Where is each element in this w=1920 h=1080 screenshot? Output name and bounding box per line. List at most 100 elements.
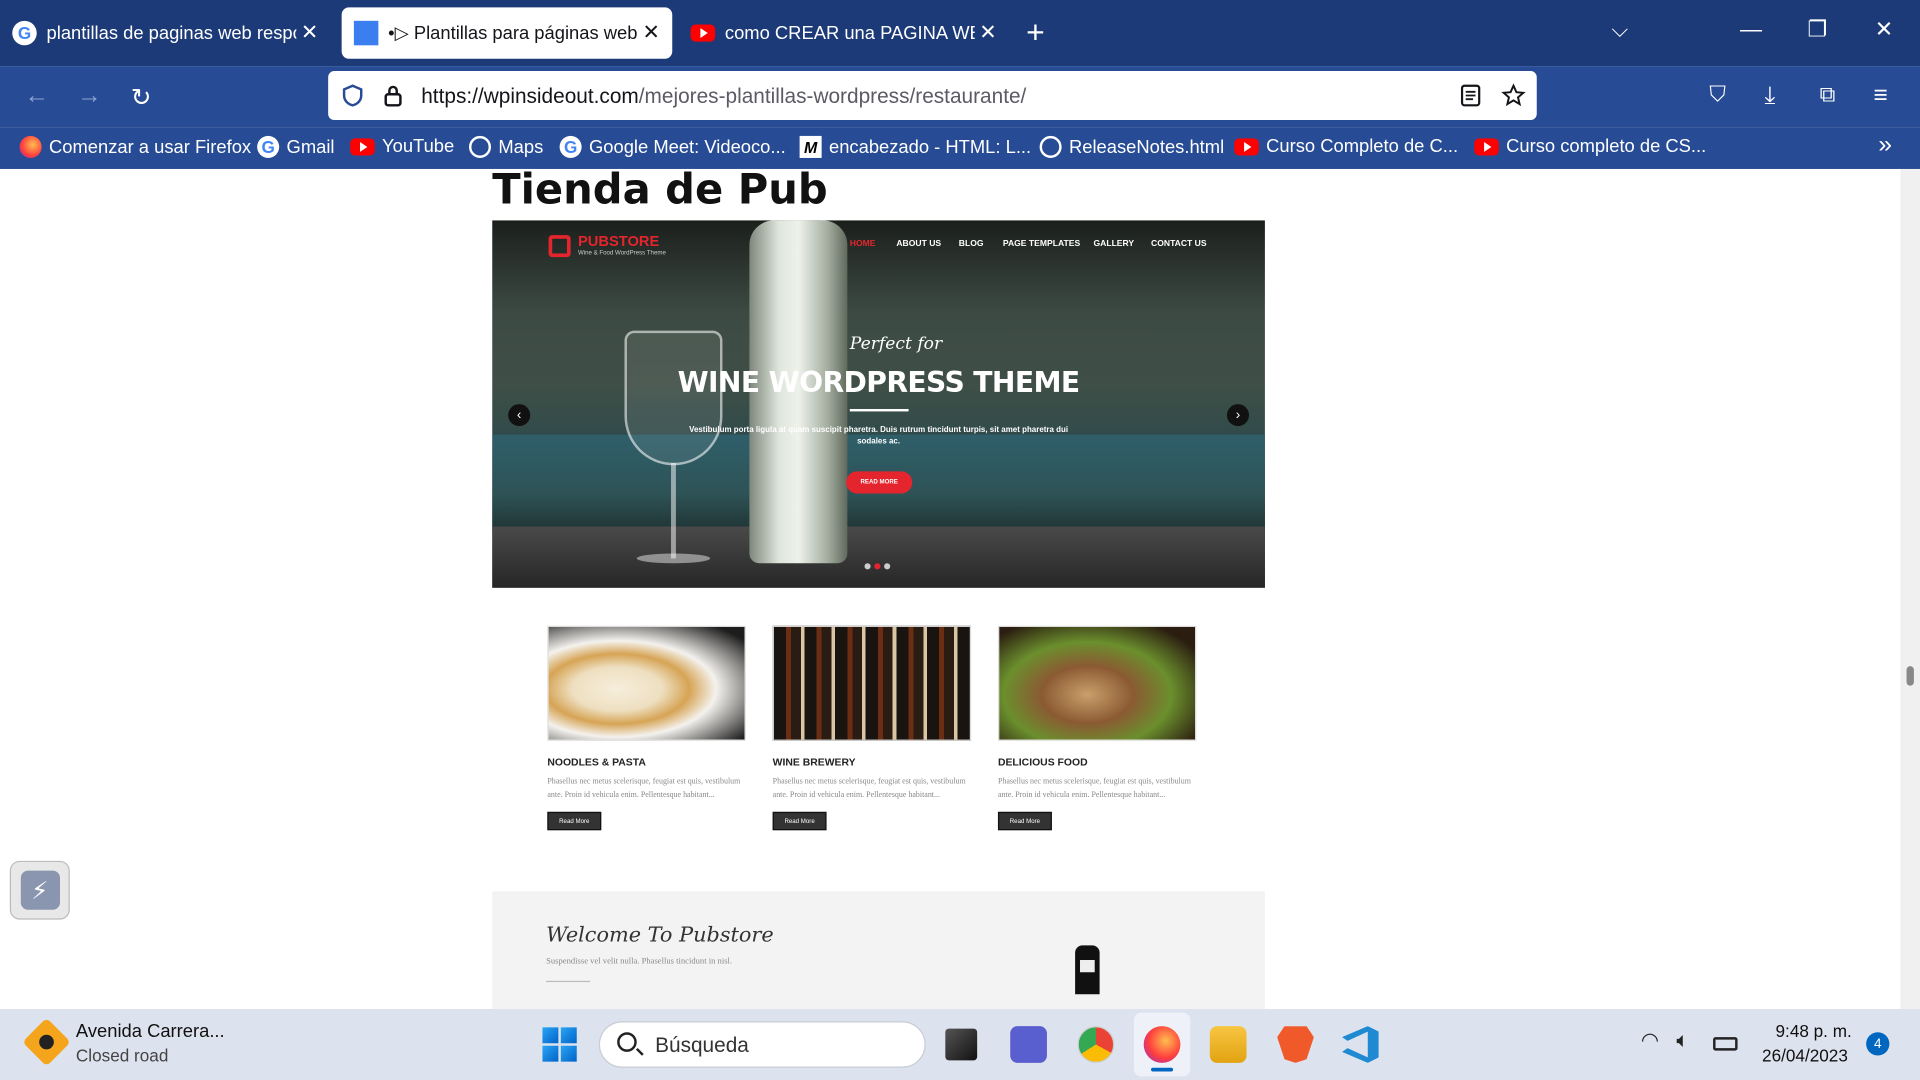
youtube-icon	[690, 24, 716, 42]
battery-icon[interactable]	[1713, 1037, 1738, 1051]
file-explorer-icon[interactable]	[1209, 1026, 1247, 1063]
volume-icon[interactable]: 🔈︎	[1676, 1029, 1688, 1053]
more-bookmarks-icon[interactable]: »	[1878, 131, 1892, 159]
bookmark-label: Curso Completo de C...	[1266, 135, 1459, 157]
list-tabs-icon[interactable]: ⌵	[1611, 17, 1628, 43]
youtube-icon	[1474, 137, 1499, 155]
bookmark-curso-1[interactable]: Curso Completo de C...	[1234, 136, 1458, 157]
chrome-icon[interactable]	[1077, 1026, 1115, 1063]
wine-glass-foot	[636, 553, 711, 564]
close-tab-icon[interactable]: ✕	[643, 21, 660, 45]
hero-read-more-button[interactable]: READ MORE	[846, 471, 913, 494]
clock-time[interactable]: 9:48 p. m.	[1776, 1021, 1852, 1041]
tab-plantillas[interactable]: •▷ Plantillas para páginas web ✕	[341, 7, 673, 59]
road-warning-icon[interactable]	[22, 1017, 71, 1067]
card-noodles-pasta: NOODLES & PASTA Phasellus nec metus scel…	[547, 625, 755, 831]
minimize-icon[interactable]: —	[1740, 17, 1762, 43]
tab-strip: G plantillas de paginas web respo ✕ •▷ P…	[0, 0, 1920, 67]
clock-date[interactable]: 26/04/2023	[1762, 1046, 1848, 1066]
navigation-toolbar: ← → ↻ https://wpinsideout.com/mejores-pl…	[0, 66, 1920, 128]
wifi-icon[interactable]: ◠	[1641, 1029, 1659, 1053]
deck-surface	[492, 526, 1265, 588]
hero-nav-contact[interactable]: CONTACT US	[1151, 240, 1207, 249]
bookmark-google-meet[interactable]: G Google Meet: Videoco...	[559, 135, 786, 158]
menu-icon[interactable]: ≡	[1873, 82, 1887, 110]
hero-nav-gallery[interactable]: GALLERY	[1093, 240, 1134, 249]
card-text: Phasellus nec metus scelerisque, feugiat…	[772, 777, 966, 800]
back-icon[interactable]: ←	[24, 82, 48, 110]
url-text[interactable]: https://wpinsideout.com/mejores-plantill…	[421, 84, 1026, 108]
firefox-icon[interactable]	[1143, 1026, 1181, 1063]
bookmark-curso-2[interactable]: Curso completo de CS...	[1474, 136, 1706, 157]
slider-dot-active[interactable]	[874, 563, 881, 570]
bookmark-release-notes[interactable]: ReleaseNotes.html	[1039, 135, 1224, 158]
reload-icon[interactable]: ↻	[131, 82, 152, 113]
address-bar[interactable]: https://wpinsideout.com/mejores-plantill…	[328, 71, 1537, 121]
bookmark-gmail[interactable]: G Gmail	[257, 135, 334, 158]
bottle-label	[1080, 960, 1095, 973]
close-window-icon[interactable]: ✕	[1875, 17, 1893, 43]
new-tab-button[interactable]: +	[1026, 15, 1045, 49]
bookmark-star-icon[interactable]	[1501, 83, 1526, 107]
hero-nav-home[interactable]: HOME	[850, 240, 876, 249]
hero-nav-about[interactable]: ABOUT US	[896, 240, 941, 249]
tab-google-search[interactable]: G plantillas de paginas web respo ✕	[0, 7, 331, 58]
hero-subtext: Vestibulum porta ligula at quam suscipit…	[689, 426, 1069, 446]
globe-icon	[1039, 135, 1062, 158]
bookmark-maps[interactable]: Maps	[468, 135, 543, 158]
teams-chat-icon[interactable]	[1010, 1026, 1047, 1063]
hero-nav-page-templates[interactable]: PAGE TEMPLATES	[1003, 240, 1080, 249]
task-view-icon[interactable]	[945, 1028, 978, 1061]
pubstore-tagline: Wine & Food WordPress Theme	[577, 249, 666, 258]
bookmark-label: Curso completo de CS...	[1506, 135, 1707, 157]
reader-view-icon[interactable]	[1460, 84, 1482, 107]
pocket-icon[interactable]: ⛉	[1709, 82, 1726, 108]
tab-title: como CREAR una PAGINA WEB	[724, 22, 975, 44]
slider-next-icon[interactable]: ›	[1226, 404, 1249, 427]
notification-badge[interactable]: 4	[1866, 1032, 1890, 1056]
traffic-widget-status[interactable]: Closed road	[76, 1046, 168, 1066]
slider-prev-icon[interactable]: ‹	[508, 404, 531, 427]
theme-preview-slider[interactable]: PUBSTORE Wine & Food WordPress Theme HOM…	[492, 220, 1265, 588]
tab-title: •▷ Plantillas para páginas web	[388, 23, 638, 45]
brave-icon[interactable]	[1277, 1026, 1314, 1063]
slider-dot[interactable]	[864, 563, 871, 570]
forward-icon[interactable]: →	[77, 82, 101, 110]
card-read-more-button[interactable]: Read More	[772, 811, 827, 831]
page-title: Tienda de Pub	[492, 168, 828, 215]
close-tab-icon[interactable]: ✕	[301, 21, 318, 45]
scrollbar-thumb[interactable]	[1906, 666, 1914, 686]
bookmarks-toolbar: Comenzar a usar Firefox G Gmail YouTube M…	[0, 127, 1920, 169]
downloads-icon[interactable]: ⤓	[1765, 82, 1776, 110]
hero-kicker: Perfect for	[849, 334, 943, 354]
bookmark-youtube[interactable]: YouTube	[350, 136, 454, 157]
bookmark-label: encabezado - HTML: L...	[828, 136, 1032, 158]
pubstore-logo-icon	[548, 235, 571, 258]
hero-nav-blog[interactable]: BLOG	[959, 240, 984, 249]
page-scrollbar[interactable]	[1900, 168, 1920, 1009]
sidebar-widget-button[interactable]: ⚡	[9, 860, 70, 920]
start-button[interactable]	[542, 1027, 577, 1062]
card-read-more-button[interactable]: Read More	[997, 811, 1052, 831]
google-icon: G	[257, 135, 280, 158]
bookmark-label: Google Meet: Videoco...	[588, 136, 786, 158]
taskbar-search[interactable]: Búsqueda	[598, 1021, 926, 1068]
card-title: WINE BREWERY	[772, 755, 856, 768]
tracking-shield-icon[interactable]	[340, 83, 364, 107]
card-title: DELICIOUS FOOD	[997, 755, 1088, 768]
slider-dots	[864, 563, 891, 570]
vscode-icon[interactable]	[1342, 1026, 1379, 1063]
tab-youtube[interactable]: como CREAR una PAGINA WEB ✕	[678, 7, 1009, 58]
active-app-indicator	[1151, 1067, 1174, 1072]
pubstore-logo: PUBSTORE	[577, 232, 660, 250]
traffic-widget-title[interactable]: Avenida Carrera...	[76, 1021, 225, 1042]
hero-headline: WINE WORDPRESS THEME	[677, 367, 1081, 400]
restore-icon[interactable]: ❐	[1807, 17, 1827, 43]
extensions-icon[interactable]: ⧉	[1820, 82, 1836, 108]
lock-icon[interactable]	[383, 83, 403, 107]
close-tab-icon[interactable]: ✕	[979, 21, 996, 45]
bookmark-firefox[interactable]: Comenzar a usar Firefox	[19, 135, 252, 158]
bookmark-mdn[interactable]: Mencabezado - HTML: L...	[799, 135, 1032, 158]
slider-dot[interactable]	[884, 563, 891, 570]
card-read-more-button[interactable]: Read More	[547, 811, 602, 831]
